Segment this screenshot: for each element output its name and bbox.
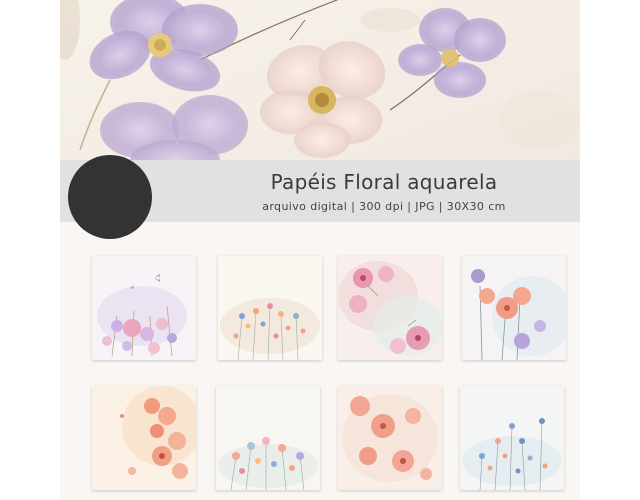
tile-coral-lavender-flowers[interactable] (462, 256, 566, 360)
tile-peach-floral-corner[interactable] (92, 386, 196, 490)
tile-wildflower-dots[interactable] (218, 256, 322, 360)
product-sheet: Papéis Floral aquarela arquivo digital |… (60, 0, 580, 500)
hero-floral-illustration (60, 0, 580, 168)
tile-peach-rose-blossoms[interactable] (338, 386, 442, 490)
tile-pastel-meadow[interactable] (216, 386, 320, 490)
dark-circle-badge (68, 155, 152, 239)
hero-floral-banner (60, 0, 580, 168)
tile-pink-blossoms[interactable] (338, 256, 442, 360)
product-specs: arquivo digital | 300 dpi | JPG | 30X30 … (262, 200, 506, 213)
tile-lilac-butterfly-meadow[interactable] (92, 256, 196, 360)
product-title: Papéis Floral aquarela (270, 170, 498, 194)
tile-blue-wildflowers[interactable] (460, 386, 564, 490)
